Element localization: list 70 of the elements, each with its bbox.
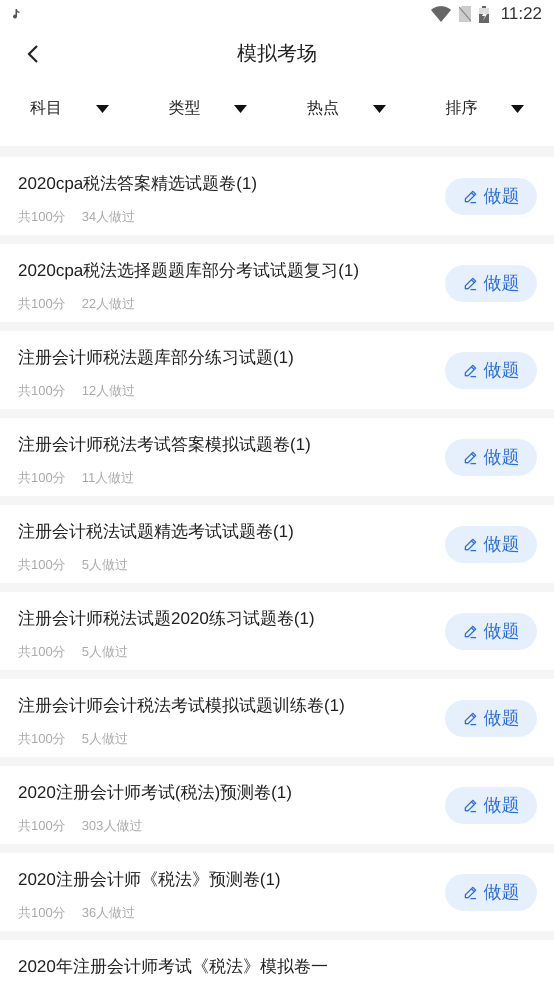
paper-title: 2020cpa税法答案精选试题卷(1) [18,173,258,195]
taken-count: 303人做过 [82,816,142,834]
paper-card[interactable]: 2020cpa税法选择题题库部分考试试题复习(1) 共100分 22人做过 做题 [0,244,554,322]
paper-score: 共100分 [18,294,66,312]
taken-count: 5人做过 [82,642,128,660]
music-note-icon [12,8,22,20]
paper-score: 共100分 [18,556,66,574]
dropdown-triangle-icon [372,105,386,113]
paper-title: 2020注册会计师《税法》预测卷(1) [18,869,281,891]
paper-card[interactable]: 注册会计师会计税法考试模拟试题训练卷(1) 共100分 5人做过 做题 [0,679,554,757]
paper-title: 2020年注册会计师考试《税法》模拟卷一 [18,956,328,978]
do-exercise-button[interactable]: 做题 [445,264,537,302]
no-sim-icon [458,6,471,22]
paper-title: 注册会计师税法试题2020练习试题卷(1) [18,608,315,630]
do-exercise-button[interactable]: 做题 [445,352,537,388]
paper-score: 共100分 [18,208,66,226]
pencil-icon [462,276,478,290]
filter-dropdown[interactable]: 排序 [416,97,554,121]
do-exercise-button[interactable]: 做题 [445,700,537,736]
paper-score: 共100分 [18,382,66,400]
wifi-icon [430,6,451,22]
pencil-icon [462,624,478,638]
taken-count: 11人做过 [82,468,134,486]
pencil-icon [462,710,478,726]
paper-title: 注册会计税法试题精选考试试题卷(1) [18,521,294,543]
filter-dropdown[interactable]: 热点 [277,97,416,121]
pencil-icon [462,362,478,378]
paper-card[interactable]: 注册会计师税法试题2020练习试题卷(1) 共100分 5人做过 做题 [0,592,554,670]
paper-score: 共100分 [18,904,66,922]
taken-count: 12人做过 [82,382,136,400]
filter-dropdown[interactable]: 类型 [138,97,277,121]
page-title: 模拟考场 [237,42,317,67]
paper-card[interactable]: 注册会计税法试题精选考试试题卷(1) 共100分 5人做过 做题 [0,505,554,583]
taken-count: 5人做过 [82,556,128,574]
paper-card[interactable]: 2020注册会计师《税法》预测卷(1) 共100分 36人做过 做题 [0,853,554,931]
do-exercise-button[interactable]: 做题 [445,438,537,476]
paper-title: 2020注册会计师考试(税法)预测卷(1) [18,782,292,804]
taken-count: 36人做过 [82,904,136,922]
paper-score: 共100分 [18,642,66,660]
do-exercise-button[interactable]: 做题 [445,612,537,650]
pencil-icon [462,884,478,900]
pencil-icon [462,798,478,812]
status-time: 11:22 [500,3,542,26]
do-exercise-button[interactable]: 做题 [445,178,537,214]
paper-title: 注册会计师税法考试答案模拟试题卷(1) [18,434,311,456]
taken-count: 22人做过 [82,294,136,312]
paper-card[interactable]: 注册会计师税法考试答案模拟试题卷(1) 共100分 11人做过 做题 [0,418,554,496]
filter-dropdown[interactable]: 科目 [0,97,138,121]
paper-score: 共100分 [18,816,66,834]
dropdown-triangle-icon [234,105,248,113]
paper-score: 共100分 [18,730,66,748]
paper-card[interactable]: 2020年注册会计师考试《税法》模拟卷一 [0,940,554,986]
do-exercise-button[interactable]: 做题 [445,526,537,562]
do-exercise-button[interactable]: 做题 [445,786,537,824]
pencil-icon [462,188,478,204]
dropdown-triangle-icon [96,105,109,113]
taken-count: 34人做过 [82,208,136,226]
pencil-icon [462,536,478,552]
paper-card[interactable]: 注册会计师税法题库部分练习试题(1) 共100分 12人做过 做题 [0,331,554,409]
paper-card[interactable]: 2020注册会计师考试(税法)预测卷(1) 共100分 303人做过 做题 [0,766,554,844]
paper-score: 共100分 [18,468,66,486]
paper-title: 注册会计师会计税法考试模拟试题训练卷(1) [18,695,345,717]
pencil-icon [462,450,478,464]
paper-title: 注册会计师税法题库部分练习试题(1) [18,347,294,369]
dropdown-triangle-icon [511,105,524,113]
battery-icon [478,6,489,22]
paper-title: 2020cpa税法选择题题库部分考试试题复习(1) [18,260,360,282]
taken-count: 5人做过 [82,730,128,748]
do-exercise-button[interactable]: 做题 [445,874,537,910]
paper-card[interactable]: 2020cpa税法答案精选试题卷(1) 共100分 34人做过 做题 [0,157,554,235]
